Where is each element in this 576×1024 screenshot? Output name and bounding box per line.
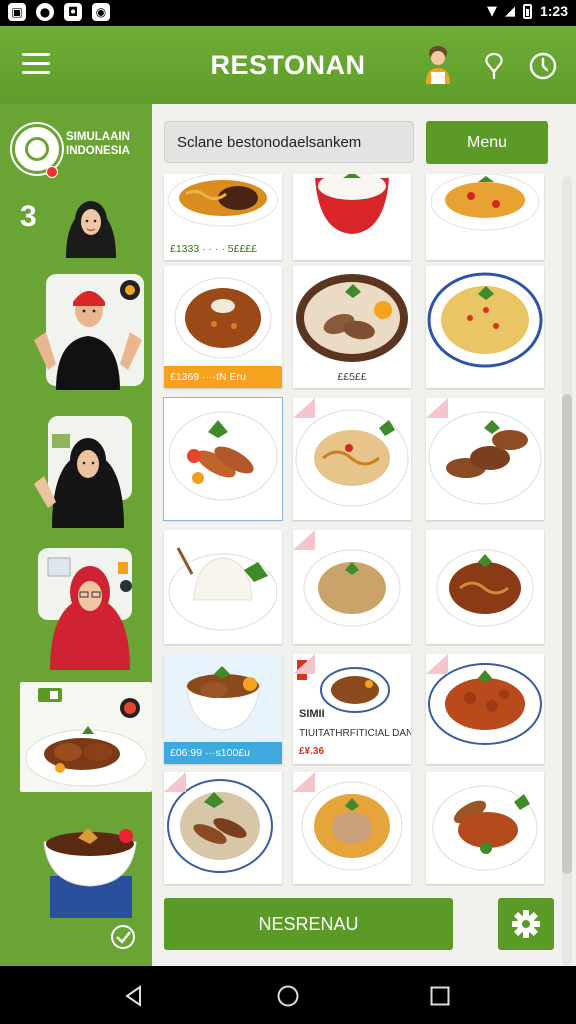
menu-grid: £1333 · · · · 5££££ £1369 ····tN Eru ££5…	[152, 172, 562, 886]
menu-item-card[interactable]: ££5££	[293, 266, 411, 388]
dish-image	[430, 174, 540, 231]
brand-logo: SIMULAAIN INDONESIA	[10, 122, 150, 182]
featured-dish-image	[25, 688, 147, 787]
dish-image	[427, 272, 543, 368]
gear-icon	[512, 910, 540, 938]
item-price: ££5££	[337, 371, 367, 383]
menu-button[interactable]: Menu	[426, 121, 548, 164]
dish-image	[168, 547, 278, 631]
scrollbar-thumb[interactable]	[562, 394, 572, 874]
corner-fold	[293, 530, 315, 550]
menu-item-card[interactable]	[164, 530, 282, 644]
settings-button[interactable]	[498, 898, 554, 950]
menu-item-card[interactable]	[426, 174, 544, 260]
staff-avatar-2[interactable]	[26, 280, 150, 390]
location-pin-icon[interactable]	[482, 52, 506, 80]
shield-icon: ◘	[64, 3, 82, 21]
corner-fold	[426, 654, 448, 674]
sidebar: SIMULAAIN INDONESIA 3	[0, 104, 152, 966]
menu-item-card[interactable]	[293, 772, 411, 884]
menu-item-card[interactable]	[426, 398, 544, 520]
recents-icon[interactable]	[428, 984, 452, 1008]
navigation-bar	[0, 966, 576, 1024]
status-time: 1:23	[539, 3, 568, 19]
corner-fold	[293, 772, 315, 792]
dish-image	[432, 785, 538, 871]
queue-count: 3	[20, 200, 37, 233]
menu-item-card[interactable]	[426, 530, 544, 644]
staff-avatar-5[interactable]	[40, 814, 144, 918]
wifi-icon: ▼	[486, 3, 497, 19]
signal-icon: ◢	[504, 3, 515, 19]
menu-item-card[interactable]	[426, 772, 544, 884]
menu-item-card[interactable]	[293, 174, 411, 260]
item-price: £1333 · · · · 5££££	[170, 243, 257, 255]
status-bar: ▣ ● ◘ ◉ ▼ ◢ 1:23	[0, 0, 576, 26]
promo-price: £¥.36	[299, 746, 325, 757]
menu-item-card[interactable]: £1333 · · · · 5££££	[164, 174, 282, 260]
item-price: £06:99 ···s100£u	[164, 742, 282, 764]
record-icon: ●	[36, 3, 54, 21]
brand-name: SIMULAAIN INDONESIA	[66, 131, 130, 157]
back-icon[interactable]	[122, 984, 146, 1008]
menu-item-card[interactable]	[426, 654, 544, 764]
menu-item-card[interactable]	[293, 530, 411, 644]
timer-icon[interactable]	[528, 51, 558, 81]
promo-title: SIMII	[299, 708, 325, 720]
image-icon: ▣	[8, 3, 26, 21]
search-input[interactable]	[164, 121, 414, 163]
featured-dish-card[interactable]	[20, 682, 152, 792]
dish-image	[315, 174, 389, 234]
staff-avatar-4[interactable]	[42, 552, 142, 670]
home-icon[interactable]	[276, 984, 300, 1008]
menu-item-card[interactable]	[163, 397, 283, 521]
staff-avatar-1[interactable]	[56, 194, 126, 258]
item-price: £1369 ····tN Eru	[164, 366, 282, 388]
corner-fold	[293, 398, 315, 418]
corner-fold	[426, 398, 448, 418]
battery-icon	[522, 3, 532, 19]
chef-avatar-icon[interactable]	[422, 44, 454, 84]
dish-image	[168, 411, 278, 501]
menu-item-card[interactable]	[426, 266, 544, 388]
menu-item-card[interactable]: SIMII TIUITATHRFITICIAL DAN £¥.36	[293, 654, 411, 764]
menu-item-card[interactable]	[293, 398, 411, 520]
menu-item-card[interactable]: £1369 ····tN Eru	[164, 266, 282, 388]
menu-item-card[interactable]: £06:99 ···s100£u	[164, 654, 282, 764]
promo-description: TIUITATHRFITICIAL DAN	[299, 728, 411, 739]
notification-dot	[46, 166, 58, 178]
corner-fold	[293, 654, 315, 674]
dish-image	[436, 549, 534, 627]
staff-avatar-3[interactable]	[30, 426, 130, 528]
app-bar: RESTONAN	[0, 26, 576, 104]
checkmark-icon[interactable]	[110, 924, 136, 950]
camera-icon: ◉	[92, 3, 110, 21]
menu-item-card[interactable]	[164, 772, 282, 884]
main-content: Menu £1333 · · · · 5££££	[152, 104, 576, 966]
order-button[interactable]: NESRENAU	[164, 898, 453, 950]
corner-fold	[164, 772, 186, 792]
